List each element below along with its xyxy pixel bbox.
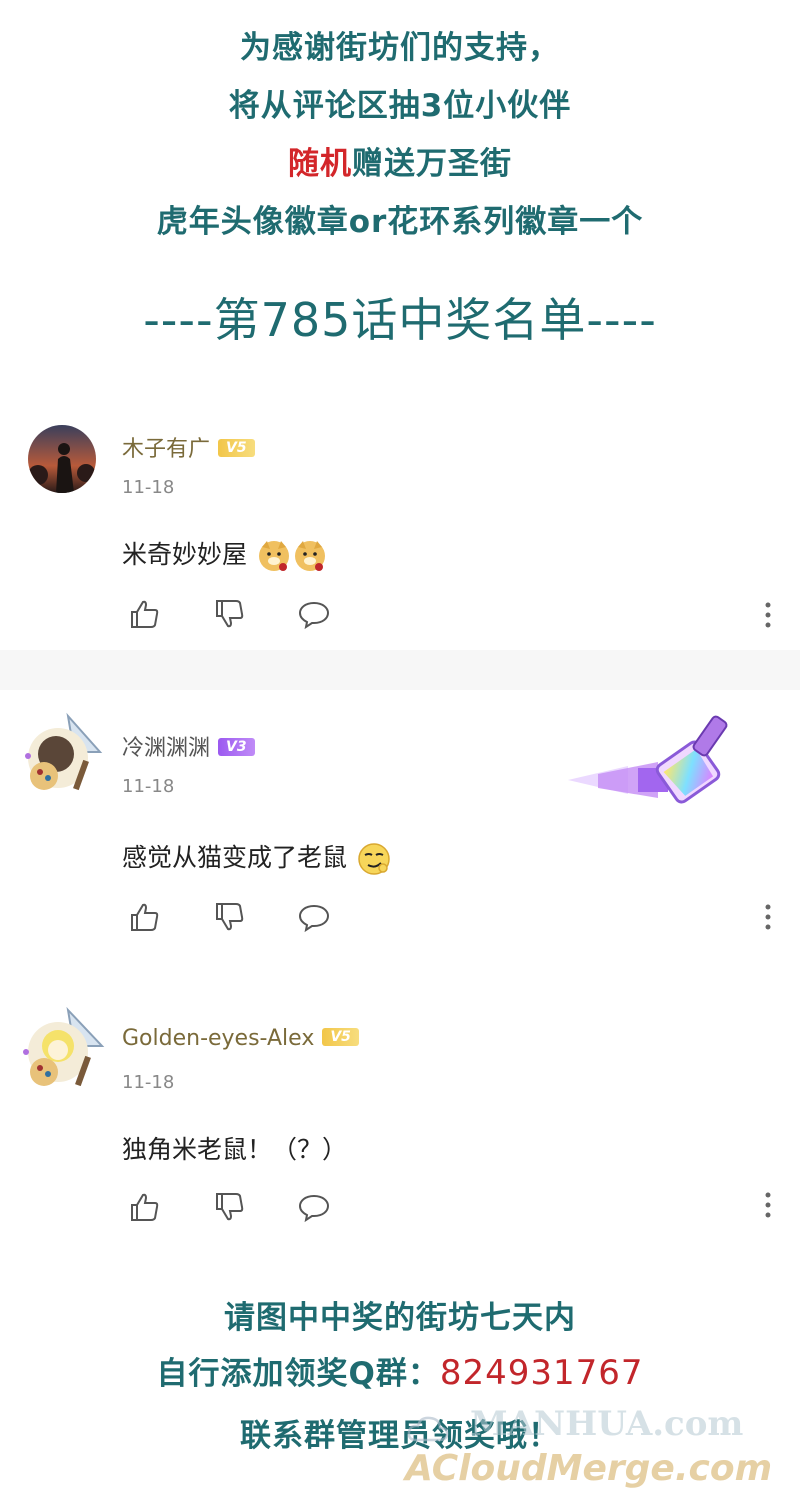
level-badge: V5: [322, 1028, 359, 1046]
comment-text: 独角米老鼠！（？）: [122, 1135, 348, 1164]
announcement-line-3-rest: 赠送万圣街: [352, 146, 512, 182]
dislike-icon[interactable]: [213, 1190, 247, 1224]
comment-date: 11-18: [122, 477, 175, 498]
cloud-watermark-icon: [406, 1414, 450, 1444]
more-options-icon[interactable]: [762, 600, 774, 630]
dislike-icon[interactable]: [213, 900, 247, 934]
doge-rose-icon: [257, 539, 291, 573]
watermark-manhua: MANHUA.com: [470, 1404, 744, 1444]
footer-line-1: 请图中中奖的街坊七天内: [224, 1300, 576, 1336]
qq-group-label: 自行添加领奖Q群：: [156, 1356, 440, 1392]
like-icon[interactable]: [128, 597, 162, 631]
level-badge: V5: [218, 439, 255, 457]
divider: [0, 650, 800, 690]
comment-date: 11-18: [122, 776, 175, 797]
announcement-line-4: 虎年头像徽章or花环系列徽章一个: [156, 204, 644, 240]
avatar[interactable]: [28, 425, 96, 493]
winners-title: ----第785话中奖名单----: [143, 293, 657, 347]
comment-text: 米奇妙妙屋: [122, 535, 327, 573]
paintbrush-decoration-icon: [568, 710, 743, 810]
username[interactable]: Golden-eyes-Alex V5: [122, 1026, 359, 1051]
qq-group-number: 824931767: [439, 1353, 644, 1393]
more-options-icon[interactable]: [762, 1190, 774, 1220]
reply-icon[interactable]: [297, 1190, 331, 1224]
comment-card: Golden-eyes-Alex V5 11-18 独角米老鼠！（？）: [0, 990, 800, 1240]
reply-icon[interactable]: [297, 597, 331, 631]
username[interactable]: 冷渊渊渊 V3: [122, 730, 255, 762]
level-badge: V3: [218, 738, 255, 756]
smirk-face-icon: [357, 842, 391, 876]
username[interactable]: 木子有广 V5: [122, 431, 255, 463]
doge-rose-icon: [293, 539, 327, 573]
announcement-line-3: 随机赠送万圣街: [0, 138, 800, 183]
comment-text: 感觉从猫变成了老鼠: [122, 838, 391, 876]
comment-card: 木子有广 V5 11-18 米奇妙妙屋: [0, 405, 800, 650]
comment-date: 11-18: [122, 1072, 175, 1093]
avatar[interactable]: [18, 712, 104, 798]
avatar[interactable]: [16, 1006, 106, 1096]
announcement-line-2: 将从评论区抽3位小伙伴: [228, 88, 572, 124]
more-options-icon[interactable]: [762, 902, 774, 932]
like-icon[interactable]: [128, 1190, 162, 1224]
watermark-acloudmerge: ACloudMerge.com: [405, 1448, 773, 1489]
dislike-icon[interactable]: [213, 597, 247, 631]
announcement-line-1: 为感谢街坊们的支持，: [240, 30, 560, 66]
like-icon[interactable]: [128, 900, 162, 934]
reply-icon[interactable]: [297, 900, 331, 934]
footer-line-2: 自行添加领奖Q群：824931767: [0, 1348, 800, 1393]
comment-card: 冷渊渊渊 V3 11-18 感觉从猫变成了老鼠: [0, 690, 800, 952]
random-highlight: 随机: [288, 146, 352, 182]
